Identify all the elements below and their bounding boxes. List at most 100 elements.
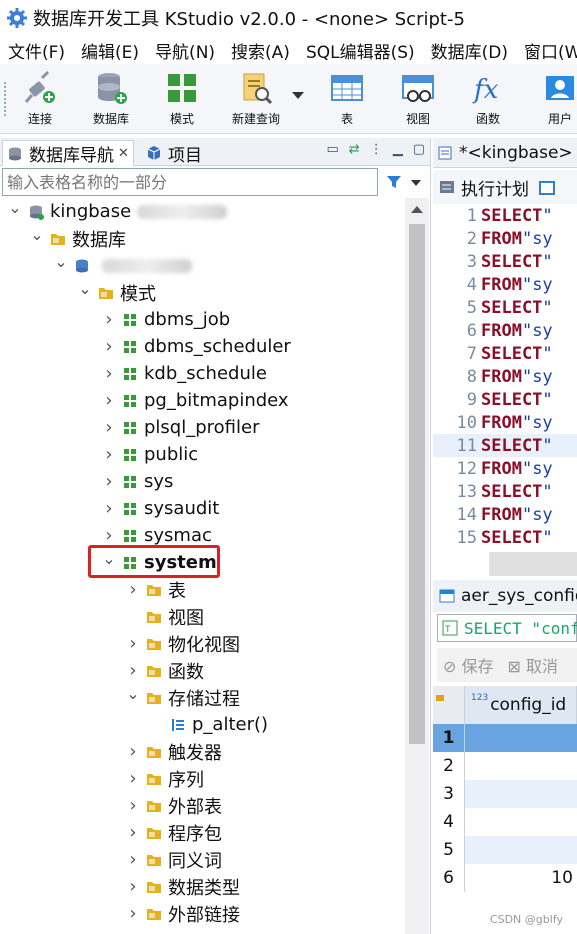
code-line[interactable]: 3 SELECT " [433, 250, 577, 273]
cell-config-id[interactable] [465, 780, 577, 808]
chevron-right-icon[interactable]: › [126, 768, 140, 789]
chevron-right-icon[interactable]: › [126, 660, 140, 681]
view-button[interactable]: 视图 [396, 70, 440, 130]
view-menu-icon[interactable]: ⋮ [370, 142, 383, 157]
toolbar-grip[interactable] [4, 82, 8, 116]
tree-node[interactable]: › pg_bitmapindex [102, 387, 288, 414]
cell-config-id[interactable] [465, 808, 577, 836]
tree-node[interactable]: › 触发器 [126, 738, 222, 765]
code-line[interactable]: 4 FROM "sy [433, 273, 577, 296]
chevron-right-icon[interactable]: › [102, 471, 116, 492]
tree-node[interactable]: › 函数 [126, 657, 204, 684]
code-line[interactable]: 2 FROM "sy [433, 227, 577, 250]
chevron-right-icon[interactable]: › [102, 309, 116, 330]
chevron-right-icon[interactable]: › [126, 579, 140, 600]
tab-project[interactable]: 项目 [142, 140, 206, 166]
maximize-icon[interactable]: ▢ [413, 142, 425, 157]
tree-node[interactable]: › plsql_profiler [102, 414, 259, 441]
menu-file[interactable]: 文件(F) [0, 38, 73, 63]
row-number[interactable]: 6 [433, 864, 465, 892]
database-button[interactable]: 数据库 [88, 70, 134, 130]
code-line[interactable]: 13 SELECT " [433, 480, 577, 503]
sql-code-area[interactable]: 1 SELECT " 2 FROM "sy 3 SELECT " 4 FROM "sy 5 SEL… [433, 204, 577, 549]
chevron-right-icon[interactable]: › [102, 336, 116, 357]
code-line[interactable]: 10 FROM "sy [433, 411, 577, 434]
code-line[interactable]: 14 FROM "sy [433, 503, 577, 526]
tree-node[interactable]: ⌄ 存储过程 [126, 684, 240, 711]
cell-config-id[interactable] [465, 836, 577, 864]
tree-node[interactable]: › dbms_job [102, 306, 230, 333]
chevron-right-icon[interactable]: › [126, 741, 140, 762]
tab-database-navigator[interactable]: 数据库导航 ✕ [2, 140, 134, 166]
chevron-right-icon[interactable]: › [126, 903, 140, 924]
chevron-right-icon[interactable]: › [102, 525, 116, 546]
tree-scrollbar[interactable] [405, 198, 429, 934]
filter-icon[interactable] [386, 174, 402, 190]
code-line[interactable]: 5 SELECT " [433, 296, 577, 319]
row-number[interactable]: 5 [433, 836, 465, 864]
chevron-right-icon[interactable]: › [126, 795, 140, 816]
code-line[interactable]: 9 SELECT " [433, 388, 577, 411]
explain-plan-button[interactable]: 执行计划 [461, 175, 529, 200]
chevron-down-icon[interactable]: ⌄ [78, 279, 92, 298]
tree-node[interactable]: › 物化视图 [126, 630, 240, 657]
code-line[interactable]: 15 SELECT " [433, 526, 577, 549]
table-row[interactable]: 5 [433, 836, 577, 864]
chevron-down-icon[interactable]: ⌄ [54, 252, 68, 271]
editor-tab[interactable]: *<kingbase> [433, 138, 577, 168]
tree-node[interactable]: › sysaudit [102, 495, 219, 522]
tree-node[interactable]: › kdb_schedule [102, 360, 267, 387]
chevron-right-icon[interactable]: › [102, 444, 116, 465]
chevron-right-icon[interactable]: › [126, 849, 140, 870]
collapse-all-icon[interactable]: ▭ [327, 142, 339, 157]
connect-button[interactable]: 连接 [18, 70, 62, 130]
menu-navigate[interactable]: 导航(N) [147, 38, 223, 63]
row-header-corner[interactable] [433, 686, 465, 724]
tree-node[interactable]: p_alter() [150, 711, 268, 738]
save-button[interactable]: ⊘ 保存 [443, 653, 494, 677]
new-query-button[interactable]: 新建查询 [228, 70, 284, 130]
schema-button[interactable]: 模式 [160, 70, 204, 130]
row-number[interactable]: 2 [433, 752, 465, 780]
code-line[interactable]: 7 SELECT " [433, 342, 577, 365]
result-sql-filter[interactable]: T SELECT "config [437, 614, 577, 642]
tree-node[interactable]: › 程序包 [126, 819, 222, 846]
chevron-right-icon[interactable]: › [102, 390, 116, 411]
tree-node[interactable]: ⌄ 模式 [78, 279, 156, 306]
cell-config-id[interactable]: 10 [465, 864, 577, 892]
calendar-icon[interactable] [539, 179, 555, 195]
tree-node[interactable]: › public [102, 441, 198, 468]
code-line[interactable]: 12 FROM "sy [433, 457, 577, 480]
function-button[interactable]: fx 函数 [466, 70, 510, 130]
chevron-down-icon[interactable]: ⌄ [8, 198, 22, 217]
chevron-right-icon[interactable]: › [126, 633, 140, 654]
chevron-right-icon[interactable]: › [102, 417, 116, 438]
close-icon[interactable]: ✕ [118, 146, 129, 161]
tree-node[interactable]: › dbms_scheduler [102, 333, 290, 360]
tree-node[interactable]: 视图 [126, 603, 204, 630]
chevron-right-icon[interactable]: › [102, 498, 116, 519]
tree-node[interactable]: › 数据类型 [126, 873, 240, 900]
table-filter-input[interactable] [2, 168, 378, 196]
cell-config-id[interactable] [465, 752, 577, 780]
minimize-icon[interactable]: ▁ [393, 142, 403, 157]
result-tab[interactable]: aer_sys_config [433, 580, 577, 612]
scroll-up-icon[interactable] [411, 206, 423, 213]
menu-search[interactable]: 搜索(A) [223, 38, 298, 63]
cell-config-id[interactable] [465, 724, 577, 752]
code-line[interactable]: 11 SELECT " [433, 434, 577, 457]
chevron-down-icon[interactable]: ⌄ [126, 684, 140, 703]
table-row[interactable]: 2 [433, 752, 577, 780]
tree-node[interactable]: › 外部链接 [126, 900, 240, 927]
code-line[interactable]: 8 FROM "sy [433, 365, 577, 388]
table-button[interactable]: 表 [325, 70, 369, 130]
row-number[interactable]: 1 [433, 724, 465, 752]
table-row[interactable]: 6 10 [433, 864, 577, 892]
link-editor-icon[interactable]: ⇄ [349, 142, 360, 157]
menu-sql-editor[interactable]: SQL编辑器(S) [298, 38, 423, 63]
tree-node[interactable]: › 表 [126, 576, 186, 603]
editor-hscrollbar[interactable] [489, 552, 577, 576]
table-row[interactable]: 1 [433, 724, 577, 752]
tree-node[interactable]: ⌄ [54, 252, 192, 279]
row-number[interactable]: 3 [433, 780, 465, 808]
